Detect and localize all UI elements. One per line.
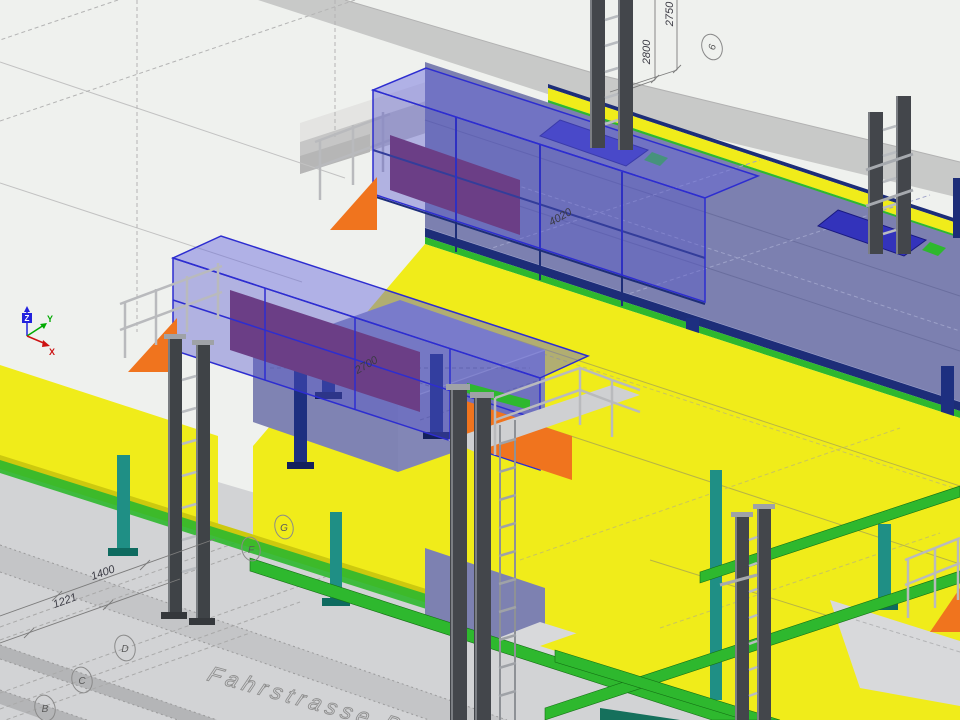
model-canvas[interactable]: 2800 2750 6 (0, 0, 960, 720)
svg-text:F: F (248, 545, 255, 556)
svg-text:G: G (280, 523, 288, 534)
x-axis-label: X (49, 347, 55, 357)
dimension-2800: 2800 (641, 39, 653, 65)
y-axis-label: Y (47, 314, 53, 324)
dimension-2750: 2750 (664, 1, 676, 27)
z-axis-label: Z (25, 314, 30, 323)
cad-viewport[interactable]: 2800 2750 6 (0, 0, 960, 720)
svg-text:D: D (121, 644, 128, 655)
svg-text:C: C (78, 676, 86, 687)
navy-edge-member[interactable] (953, 178, 960, 238)
svg-text:B: B (42, 704, 49, 715)
